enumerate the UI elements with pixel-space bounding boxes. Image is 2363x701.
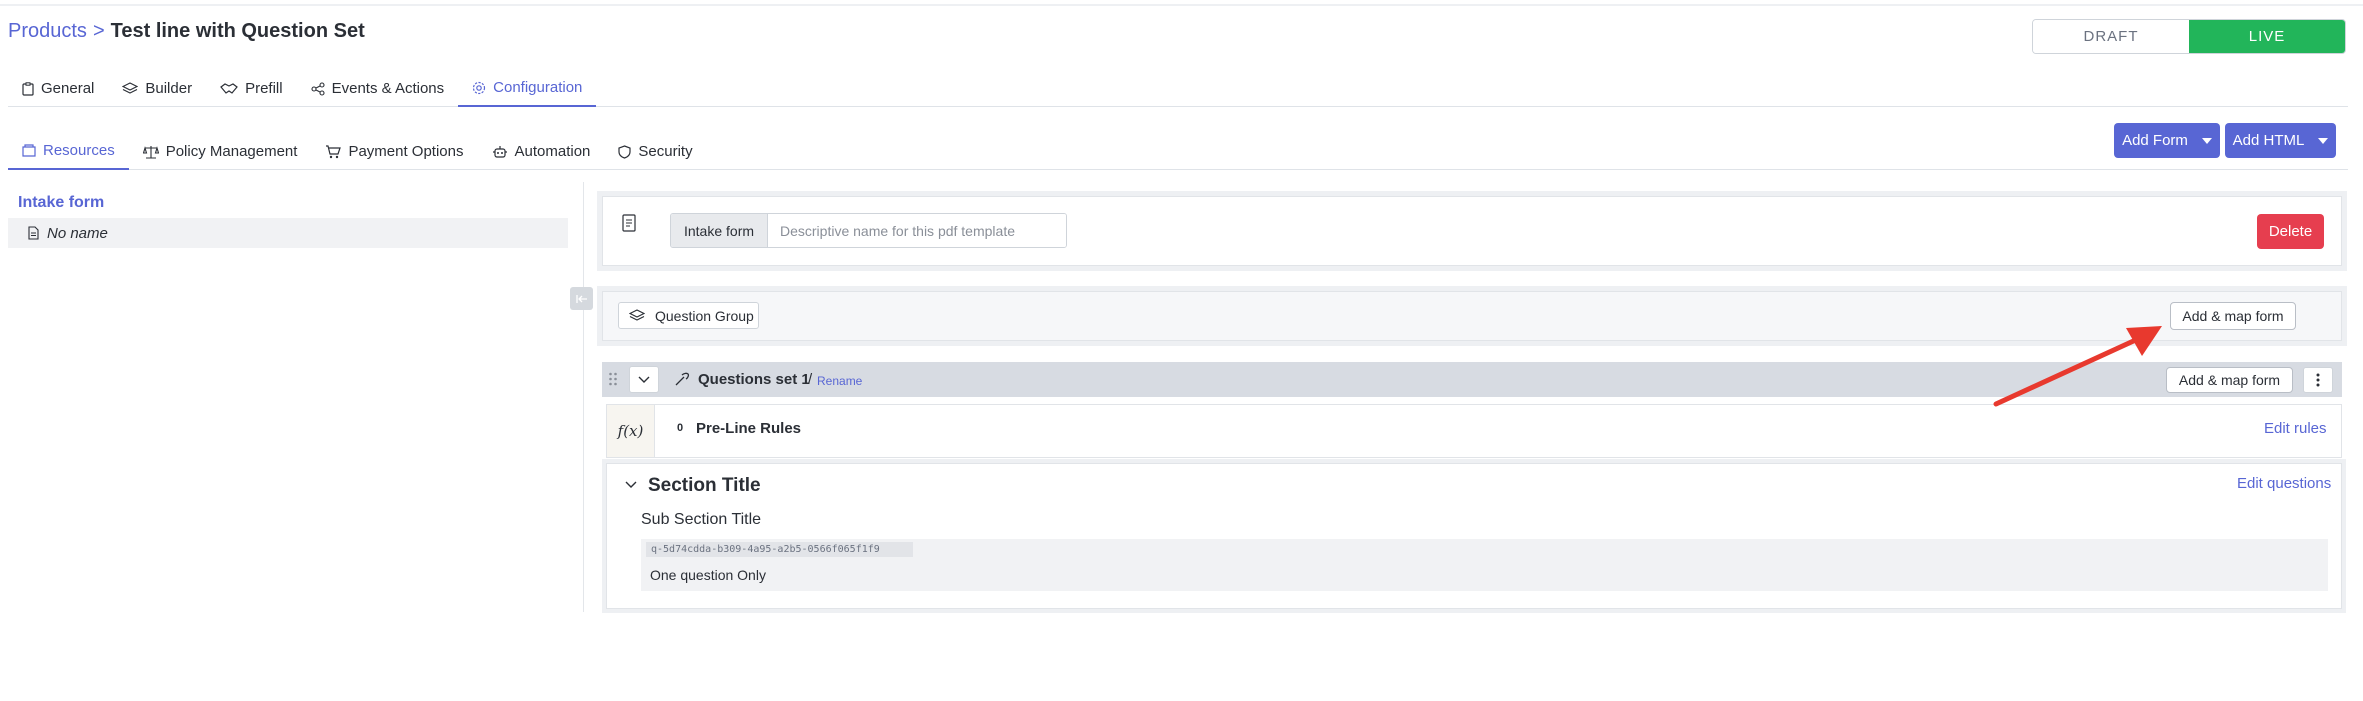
tab-configuration[interactable]: Configuration	[458, 70, 597, 107]
cart-icon	[326, 144, 342, 158]
sidebar-item-no-name[interactable]: No name	[8, 218, 568, 248]
puzzle-icon	[674, 371, 690, 392]
tab-resources[interactable]: Resources	[8, 133, 129, 170]
annotation-arrow-icon	[1993, 326, 2162, 407]
gear-icon	[473, 81, 486, 94]
tab-label: Events & Actions	[331, 80, 445, 97]
tab-label: Resources	[43, 142, 115, 159]
question-id-badge: q-5d74cdda-b309-4a95-a2b5-0566f065f1f9	[646, 542, 913, 557]
tab-automation[interactable]: Automation	[478, 133, 605, 170]
tab-label: Payment Options	[348, 143, 464, 160]
kebab-icon	[2316, 373, 2320, 387]
shield-icon	[618, 144, 631, 159]
add-html-dropdown-button[interactable]: Add HTML	[2225, 123, 2336, 158]
tab-label: Security	[638, 143, 693, 160]
layers-icon	[122, 81, 139, 94]
tab-label: Prefill	[245, 80, 283, 97]
tab-general[interactable]: General	[8, 70, 108, 107]
tab-label: Builder	[145, 80, 193, 97]
live-toggle-button[interactable]: LIVE	[2189, 20, 2345, 53]
top-border	[0, 0, 2363, 6]
input-prefix-label: Intake form	[671, 214, 768, 247]
title-separator: /	[808, 371, 813, 388]
tab-prefill[interactable]: Prefill	[206, 70, 297, 107]
sidebar-item-label: No name	[47, 224, 108, 242]
pre-line-rules-row	[606, 404, 2342, 458]
pdf-file-icon	[622, 214, 636, 237]
page-title: Test line with Question Set	[110, 20, 365, 42]
clipboard-icon	[22, 81, 34, 96]
pdf-template-name-input[interactable]	[768, 214, 1066, 247]
set-add-map-form-button[interactable]: Add & map form	[2166, 367, 2293, 393]
pdf-template-name-group: Intake form	[670, 213, 1067, 248]
question-group-label: Question Group	[655, 307, 754, 324]
tab-builder[interactable]: Builder	[108, 70, 206, 107]
panel-divider	[583, 182, 584, 612]
collapse-sidebar-handle[interactable]	[570, 287, 593, 310]
chevron-down-icon[interactable]	[625, 481, 637, 489]
add-form-label: Add Form	[2122, 132, 2188, 149]
more-options-button[interactable]	[2303, 367, 2333, 393]
rules-label: Pre-Line Rules	[696, 420, 802, 437]
question-text: One question Only	[650, 567, 766, 583]
caret-down-icon	[2318, 137, 2329, 144]
share-nodes-icon	[311, 81, 325, 96]
status-toggle: DRAFT LIVE	[2032, 19, 2346, 54]
tab-label: Configuration	[493, 79, 583, 96]
handshake-icon	[220, 82, 238, 94]
tab-security[interactable]: Security	[604, 133, 706, 170]
chevron-down-icon	[638, 376, 650, 383]
folder-icon	[22, 144, 36, 157]
edit-questions-link[interactable]: Edit questions	[2237, 475, 2331, 492]
collapse-left-icon	[575, 294, 587, 303]
question-set-title: Questions set 1	[698, 371, 810, 388]
subsection-title: Sub Section Title	[641, 511, 762, 528]
rules-count: 0	[677, 422, 684, 434]
breadcrumb: Products > Test line with Question Set	[8, 20, 365, 43]
add-form-dropdown-button[interactable]: Add Form	[2114, 123, 2220, 158]
function-icon: f(x)	[607, 405, 655, 457]
sidebar-heading[interactable]: Intake form	[18, 194, 104, 212]
section-title: Section Title	[648, 475, 761, 496]
robot-icon	[492, 145, 507, 158]
question-group-chip[interactable]: Question Group	[618, 302, 759, 329]
tab-label: General	[41, 80, 95, 97]
rename-link[interactable]: Rename	[817, 374, 862, 388]
tab-label: Policy Management	[165, 143, 298, 160]
tab-payment-options[interactable]: Payment Options	[311, 133, 477, 170]
drag-handle-icon[interactable]	[608, 372, 618, 386]
delete-button[interactable]: Delete	[2257, 214, 2324, 249]
document-icon	[28, 226, 39, 240]
main-tabs: General Builder Prefill Events & Actions…	[8, 70, 2348, 107]
sub-tabs: Resources Policy Management Payment Opti…	[8, 133, 2348, 170]
breadcrumb-separator: >	[92, 20, 105, 42]
tab-events-actions[interactable]: Events & Actions	[297, 70, 459, 107]
layers-icon	[629, 308, 645, 321]
breadcrumb-products-link[interactable]: Products	[8, 20, 87, 42]
tab-label: Automation	[514, 143, 591, 160]
group-add-map-form-button[interactable]: Add & map form	[2170, 302, 2296, 330]
edit-rules-link[interactable]: Edit rules	[2264, 420, 2327, 437]
caret-down-icon	[2201, 137, 2212, 144]
collapse-question-set-button[interactable]	[629, 366, 659, 393]
add-html-label: Add HTML	[2232, 132, 2305, 149]
scale-icon	[142, 145, 159, 159]
draft-toggle-button[interactable]: DRAFT	[2033, 20, 2189, 53]
tab-policy-management[interactable]: Policy Management	[129, 133, 312, 170]
